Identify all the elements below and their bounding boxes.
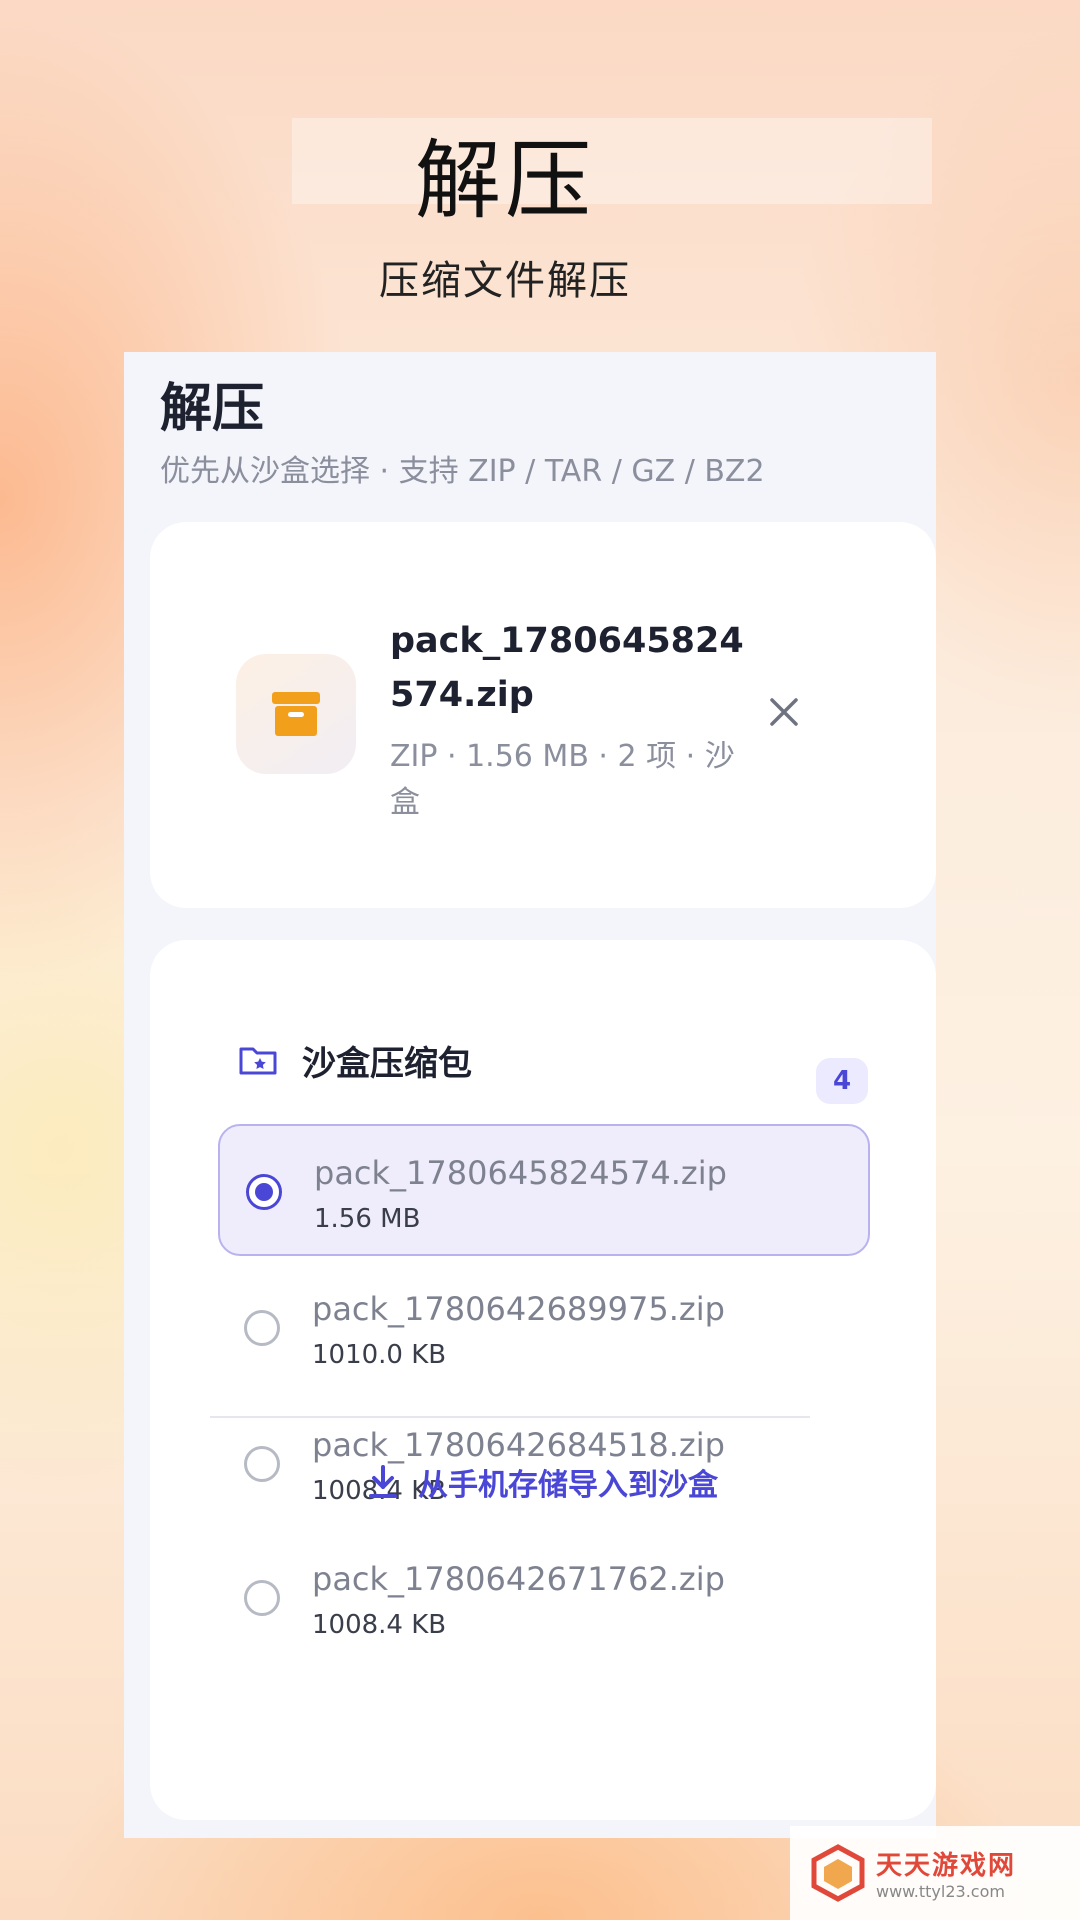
- archive-list-item[interactable]: pack_1780642671762.zip 1008.4 KB: [218, 1532, 870, 1664]
- archive-size: 1008.4 KB: [312, 1610, 447, 1640]
- archive-name: pack_1780642671762.zip: [312, 1560, 725, 1598]
- import-from-storage-button[interactable]: 从手机存储导入到沙盒: [150, 1450, 936, 1514]
- selected-file-card: pack_1780645824574.zip ZIP · 1.56 MB · 2…: [150, 522, 936, 908]
- promo-subtitle: 压缩文件解压: [379, 258, 631, 304]
- archive-name: pack_1780642689975.zip: [312, 1290, 725, 1328]
- radio-button[interactable]: [246, 1174, 282, 1210]
- selected-file-name: pack_1780645824574.zip: [390, 621, 744, 715]
- logo-icon: [811, 1844, 865, 1902]
- clear-selection-button[interactable]: [762, 690, 806, 734]
- archive-count-badge: 4: [816, 1058, 868, 1104]
- app-screen: 解压 优先从沙盒选择 · 支持 ZIP / TAR / GZ / BZ2 pac…: [124, 352, 936, 1838]
- archive-size: 1010.0 KB: [312, 1340, 447, 1370]
- archive-size: 1.56 MB: [314, 1204, 421, 1234]
- page-title: 解压: [160, 379, 265, 439]
- radio-button[interactable]: [244, 1580, 280, 1616]
- site-watermark: 天天游戏网 www.ttyl23.com: [790, 1826, 1080, 1920]
- archive-list-item[interactable]: pack_1780642689975.zip 1010.0 KB: [218, 1262, 870, 1394]
- archive-box-icon: [236, 654, 356, 774]
- radio-button[interactable]: [244, 1310, 280, 1346]
- import-label: 从手机存储导入到沙盒: [418, 1468, 718, 1503]
- folder-star-icon: [239, 1047, 277, 1075]
- promo-title: 解压: [415, 131, 595, 231]
- close-icon: [770, 698, 798, 726]
- archive-name: pack_1780645824574.zip: [314, 1154, 727, 1192]
- page-subtitle: 优先从沙盒选择 · 支持 ZIP / TAR / GZ / BZ2: [160, 454, 765, 489]
- archive-list-item[interactable]: pack_1780645824574.zip 1.56 MB: [218, 1124, 870, 1256]
- sandbox-archive-card: 沙盒压缩包 4 pack_1780645824574.zip 1.56 MB p…: [150, 940, 936, 1820]
- download-icon: [369, 1465, 397, 1498]
- watermark-url: www.ttyl23.com: [876, 1882, 1005, 1901]
- selected-file-meta: ZIP · 1.56 MB · 2 项 · 沙盒: [390, 739, 735, 820]
- watermark-site-name: 天天游戏网: [876, 1851, 1017, 1881]
- sandbox-list-title: 沙盒压缩包: [302, 1044, 472, 1084]
- sandbox-list-header: 沙盒压缩包: [238, 1036, 858, 1084]
- list-divider: [210, 1416, 810, 1418]
